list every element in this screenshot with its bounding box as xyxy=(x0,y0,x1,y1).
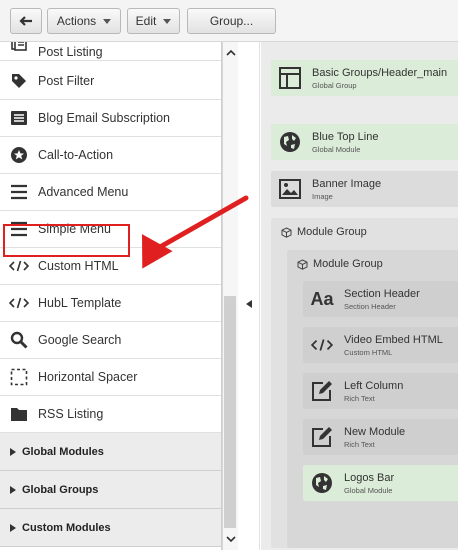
sidebar-item-hubl-template[interactable]: HubL Template xyxy=(0,285,221,322)
module-sidebar: Post Listing Post Filter Blog Email Subs… xyxy=(0,42,222,550)
module-title: Blue Top Line xyxy=(312,131,379,143)
sidebar-group-label: Custom Modules xyxy=(22,521,111,534)
sidebar-item-advanced-menu[interactable]: Advanced Menu xyxy=(0,174,221,211)
layout-canvas: Basic Groups/Header_main Global Group Bl… xyxy=(261,42,458,550)
dashed-square-icon xyxy=(9,367,29,387)
scroll-up-icon[interactable] xyxy=(226,47,236,57)
cube-icon xyxy=(281,226,292,238)
module-group-label: Module Group xyxy=(313,258,383,270)
module-title: Basic Groups/Header_main xyxy=(312,67,448,79)
star-badge-icon xyxy=(9,145,29,165)
module-title: Logos Bar xyxy=(344,472,395,484)
back-arrow-icon xyxy=(19,16,32,26)
module-type: Section Header xyxy=(344,302,396,311)
layout-icon xyxy=(278,66,302,90)
sidebar-item-horizontal-spacer[interactable]: Horizontal Spacer xyxy=(0,359,221,396)
module-type: Rich Text xyxy=(344,440,375,449)
module-group-inner[interactable]: Module Group Aa Section Header Section H… xyxy=(287,250,458,548)
tag-icon xyxy=(9,71,29,91)
back-button[interactable] xyxy=(10,8,42,34)
sidebar-item-call-to-action[interactable]: Call-to-Action xyxy=(0,137,221,174)
code-icon xyxy=(9,293,29,313)
sidebar-collapse-gutter[interactable] xyxy=(238,42,260,550)
sidebar-item-rss-listing[interactable]: RSS Listing xyxy=(0,396,221,433)
group-button[interactable]: Group... xyxy=(187,8,276,34)
module-group-header: Module Group xyxy=(281,226,367,238)
triangle-right-icon xyxy=(10,485,16,494)
actions-dropdown-button[interactable]: Actions xyxy=(47,8,121,34)
edit-icon xyxy=(310,425,334,449)
sidebar-item-label: Advanced Menu xyxy=(38,185,129,199)
sidebar-item-label: Google Search xyxy=(38,333,122,347)
sidebar-item-post-listing[interactable]: Post Listing xyxy=(0,42,221,61)
sidebar-item-label: Post Filter xyxy=(38,74,95,88)
sidebar-group-global-modules[interactable]: Global Modules xyxy=(0,433,221,471)
sidebar-item-label: HubL Template xyxy=(38,296,122,310)
code-icon xyxy=(310,333,334,357)
module-group-outer[interactable]: Module Group Module Group Aa Section Hea… xyxy=(271,218,458,548)
edit-icon xyxy=(310,379,334,403)
module-left-column[interactable]: Left Column Rich Text xyxy=(303,373,458,409)
collapse-left-icon[interactable] xyxy=(246,300,252,308)
sidebar-group-global-groups[interactable]: Global Groups xyxy=(0,471,221,509)
folder-icon xyxy=(9,404,29,424)
email-list-icon xyxy=(9,108,29,128)
group-button-label: Group... xyxy=(209,14,254,28)
menu-lines-icon xyxy=(9,182,29,202)
image-icon xyxy=(278,177,302,201)
sidebar-item-label: Horizontal Spacer xyxy=(38,370,138,384)
globe-icon xyxy=(278,130,302,154)
sidebar-item-post-filter[interactable]: Post Filter xyxy=(0,63,221,100)
scrollbar-thumb[interactable] xyxy=(224,296,236,528)
sidebar-group-label: Global Modules xyxy=(22,445,104,458)
module-type: Rich Text xyxy=(344,394,375,403)
triangle-right-icon xyxy=(10,523,16,532)
sidebar-item-label: Custom HTML xyxy=(38,259,119,273)
module-type: Global Module xyxy=(344,486,393,495)
sidebar-group-custom-modules[interactable]: Custom Modules xyxy=(0,509,221,547)
globe-icon xyxy=(310,471,334,495)
module-type: Global Group xyxy=(312,81,357,90)
sidebar-item-label: Call-to-Action xyxy=(38,148,114,162)
module-group-label: Module Group xyxy=(297,226,367,238)
sidebar-item-label: RSS Listing xyxy=(38,407,104,421)
module-title: Section Header xyxy=(344,288,420,300)
module-section-header[interactable]: Aa Section Header Section Header xyxy=(303,281,458,317)
module-group-header: Module Group xyxy=(297,258,383,270)
chevron-down-icon xyxy=(163,18,172,24)
edit-dropdown-button[interactable]: Edit xyxy=(127,8,180,34)
actions-button-label: Actions xyxy=(56,14,97,28)
module-title: New Module xyxy=(344,426,406,438)
search-icon xyxy=(9,330,29,350)
cube-icon xyxy=(297,258,308,270)
module-logos-bar[interactable]: Logos Bar Global Module xyxy=(303,465,458,501)
module-type: Image xyxy=(312,192,333,201)
text-aa-icon: Aa xyxy=(310,288,334,309)
module-type: Custom HTML xyxy=(344,348,393,357)
sidebar-item-label: Post Listing xyxy=(38,45,103,59)
module-title: Banner Image xyxy=(312,178,382,190)
sidebar-group-label: Global Groups xyxy=(22,483,99,496)
module-new-module[interactable]: New Module Rich Text xyxy=(303,419,458,455)
sidebar-item-google-search[interactable]: Google Search xyxy=(0,322,221,359)
module-title: Video Embed HTML xyxy=(344,334,443,346)
edit-button-label: Edit xyxy=(135,14,157,28)
highlight-box xyxy=(3,224,130,257)
editor-toolbar: Actions Edit Group... xyxy=(0,0,458,42)
module-title: Left Column xyxy=(344,380,404,392)
module-basic-groups-header-main[interactable]: Basic Groups/Header_main Global Group xyxy=(271,60,458,96)
chevron-down-icon xyxy=(103,18,112,24)
sidebar-item-blog-email-subscription[interactable]: Blog Email Subscription xyxy=(0,100,221,137)
module-banner-image[interactable]: Banner Image Image xyxy=(271,171,458,207)
sidebar-item-label: Blog Email Subscription xyxy=(38,111,171,125)
module-blue-top-line[interactable]: Blue Top Line Global Module xyxy=(271,124,458,160)
module-video-embed-html[interactable]: Video Embed HTML Custom HTML xyxy=(303,327,458,363)
scroll-down-icon[interactable] xyxy=(226,534,236,544)
module-type: Global Module xyxy=(312,145,361,154)
post-listing-icon xyxy=(9,42,29,52)
code-icon xyxy=(9,256,29,276)
triangle-right-icon xyxy=(10,447,16,456)
